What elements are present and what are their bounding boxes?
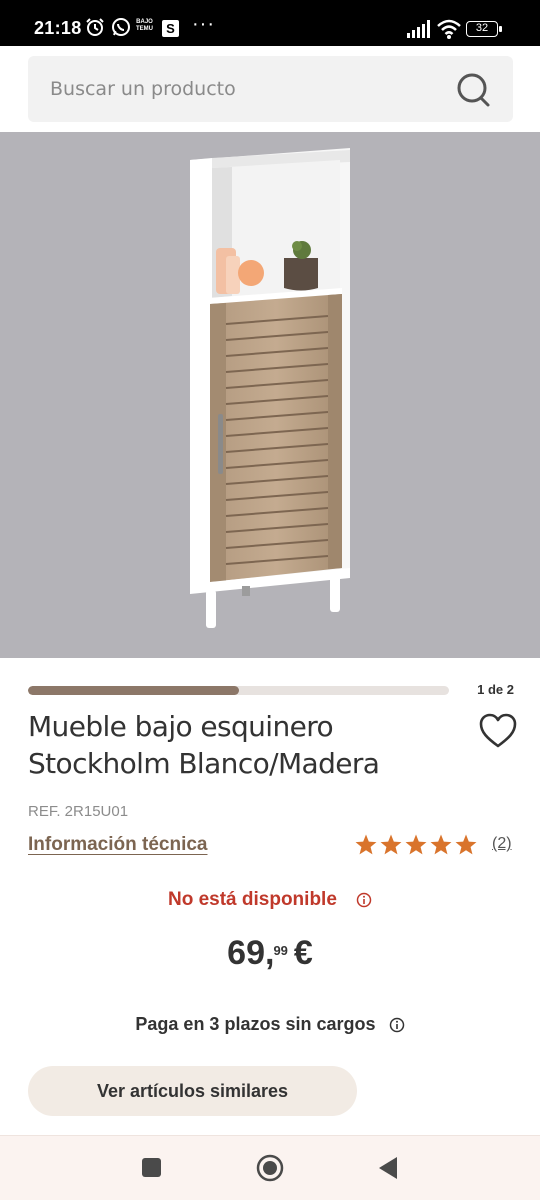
- product-reference: REF. 2R15U01: [28, 803, 129, 820]
- rating-stars[interactable]: [355, 834, 480, 856]
- whatsapp-icon: [112, 18, 130, 36]
- star-icon: [430, 834, 452, 855]
- price-integer: 69,: [227, 934, 275, 972]
- see-similar-items-button[interactable]: Ver artículos similares: [28, 1066, 357, 1116]
- price-decimals: 99: [273, 943, 288, 958]
- search-icon[interactable]: [455, 71, 495, 111]
- star-icon: [405, 834, 427, 855]
- status-time: 21:18: [34, 18, 82, 38]
- product-price: 69,99 €: [0, 934, 540, 973]
- product-image-gallery[interactable]: [0, 132, 540, 658]
- temu-notification-icon: BAJO TEMU: [136, 19, 153, 32]
- s-app-icon: S: [162, 20, 179, 37]
- search-box: [28, 56, 513, 122]
- signal-icon: [407, 20, 430, 38]
- installments-text: Paga en 3 plazos sin cargos: [135, 1014, 376, 1034]
- gallery-counter: 1 de 2: [477, 682, 514, 697]
- star-icon: [355, 834, 377, 855]
- recents-square-icon[interactable]: [142, 1158, 161, 1177]
- back-triangle-icon[interactable]: [378, 1156, 398, 1180]
- availability-status: No está disponible: [167, 889, 337, 910]
- star-icon: [380, 834, 402, 855]
- availability-row: No está disponible: [0, 889, 540, 911]
- gallery-progress-fill: [28, 686, 239, 695]
- product-image: [190, 148, 350, 628]
- gallery-progress-bar: [28, 686, 449, 695]
- more-notifications-icon: ···: [192, 13, 215, 35]
- info-circle-icon[interactable]: [389, 1017, 405, 1033]
- star-icon: [455, 834, 477, 855]
- product-title: Mueble bajo esquinero Stockholm Blanco/M…: [28, 710, 380, 780]
- heart-outline-icon[interactable]: [477, 710, 519, 752]
- wifi-icon: [437, 19, 461, 39]
- search-input[interactable]: [28, 56, 448, 122]
- search-header: [0, 46, 540, 132]
- alarm-icon: [86, 18, 104, 36]
- status-bar: 21:18 BAJO TEMU S ··· 32: [0, 0, 540, 46]
- system-navigation-bar: [0, 1135, 540, 1200]
- technical-info-link[interactable]: Información técnica: [28, 834, 208, 856]
- installments-row: Paga en 3 plazos sin cargos: [0, 1014, 540, 1035]
- review-count-link[interactable]: (2): [492, 835, 512, 853]
- battery-indicator: 32: [466, 21, 502, 37]
- price-currency: €: [293, 934, 313, 972]
- info-circle-icon[interactable]: [356, 892, 372, 908]
- home-circle-icon[interactable]: [256, 1154, 284, 1182]
